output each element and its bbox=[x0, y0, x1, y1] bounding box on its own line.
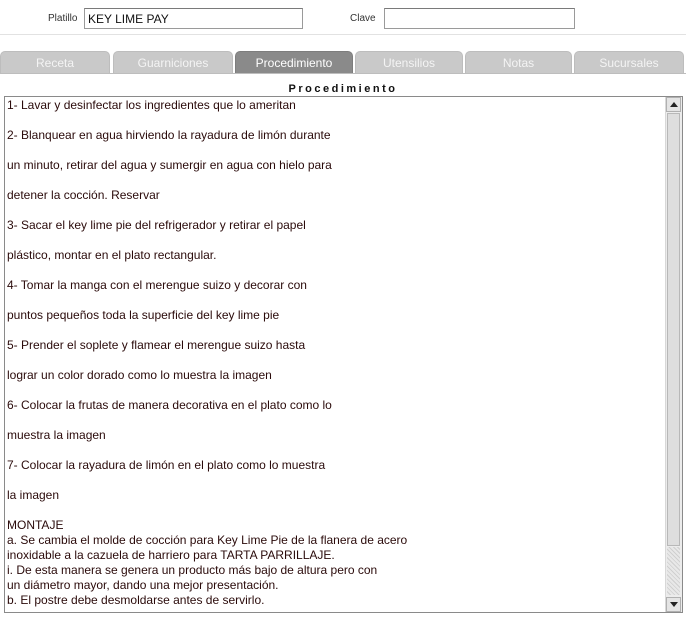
procedure-text[interactable]: 1- Lavar y desinfectar los ingredientes … bbox=[7, 98, 667, 611]
procedure-line: plástico, montar en el plato rectangular… bbox=[7, 248, 217, 262]
montaje-line: i. De esta manera se genera un producto … bbox=[7, 563, 378, 577]
tab-sucursales[interactable]: Sucursales bbox=[574, 51, 684, 73]
platillo-input[interactable] bbox=[84, 8, 303, 29]
procedure-line: muestra la imagen bbox=[7, 428, 106, 442]
section-title: Procedimiento bbox=[288, 83, 398, 95]
vertical-scrollbar[interactable] bbox=[665, 97, 682, 612]
procedure-line: 7- Colocar la rayadura de limón en el pl… bbox=[7, 458, 326, 472]
triangle-down-icon bbox=[670, 602, 678, 607]
header-divider bbox=[0, 34, 686, 35]
tab-underline bbox=[0, 73, 686, 74]
tab-utensilios[interactable]: Utensilios bbox=[355, 51, 463, 73]
triangle-up-icon bbox=[670, 102, 678, 107]
scroll-down-button[interactable] bbox=[666, 597, 681, 612]
scroll-up-button[interactable] bbox=[666, 97, 681, 112]
procedure-line: 6- Colocar la frutas de manera decorativ… bbox=[7, 398, 332, 412]
tab-receta[interactable]: Receta bbox=[0, 51, 110, 73]
procedure-line: 5- Prender el soplete y flamear el meren… bbox=[7, 338, 306, 352]
scrollbar-track[interactable] bbox=[667, 547, 680, 595]
tab-guarniciones[interactable]: Guarniciones bbox=[113, 51, 233, 73]
procedure-line: la imagen bbox=[7, 488, 60, 502]
procedure-line: un minuto, retirar del agua y sumergir e… bbox=[7, 158, 332, 172]
montaje-line: inoxidable a la cazuela de harriero para… bbox=[7, 548, 335, 562]
procedure-line: lograr un color dorado como lo muestra l… bbox=[7, 368, 272, 382]
montaje-line: MONTAJE bbox=[7, 518, 64, 532]
montaje-line: a. Se cambia el molde de cocción para Ke… bbox=[7, 533, 408, 547]
tab-bar: Receta Guarniciones Procedimiento Utensi… bbox=[0, 51, 686, 74]
montaje-line: un diámetro mayor, dando una mejor prese… bbox=[7, 578, 279, 592]
clave-label: Clave bbox=[350, 13, 376, 24]
procedure-textarea[interactable]: 1- Lavar y desinfectar los ingredientes … bbox=[4, 96, 683, 613]
platillo-label: Platillo bbox=[48, 13, 78, 24]
tab-notas[interactable]: Notas bbox=[465, 51, 572, 73]
procedure-line: 1- Lavar y desinfectar los ingredientes … bbox=[7, 98, 296, 112]
clave-input[interactable] bbox=[384, 8, 575, 29]
procedure-line: puntos pequeños toda la superficie del k… bbox=[7, 308, 280, 322]
procedure-line: 4- Tomar la manga con el merengue suizo … bbox=[7, 278, 307, 292]
procedure-line: detener la cocción. Reservar bbox=[7, 188, 160, 202]
tab-procedimiento[interactable]: Procedimiento bbox=[235, 51, 353, 73]
procedure-line: 3- Sacar el key lime pie del refrigerado… bbox=[7, 218, 306, 232]
procedure-line: 2- Blanquear en agua hirviendo la rayadu… bbox=[7, 128, 331, 142]
montaje-line: b. El postre debe desmoldarse antes de s… bbox=[7, 593, 265, 607]
scrollbar-thumb[interactable] bbox=[667, 113, 680, 546]
